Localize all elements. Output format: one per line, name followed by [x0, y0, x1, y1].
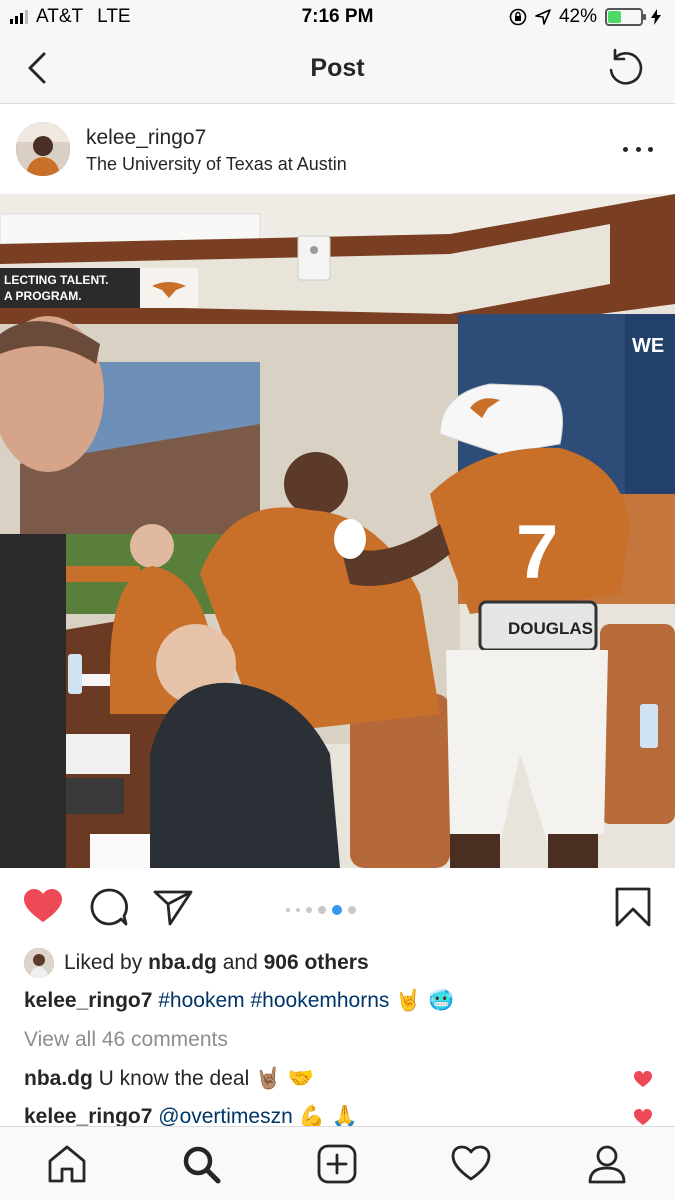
liked-by-middle: and — [216, 951, 264, 974]
hashtag-hookemhorns[interactable]: #hookemhorns — [250, 989, 389, 1012]
likes-row[interactable]: Liked by nba.dg and 906 others — [24, 946, 369, 980]
lock-rotation-icon — [509, 8, 527, 26]
page-title: Post — [310, 54, 365, 82]
carousel-indicator — [286, 905, 356, 915]
liked-by-prefix: Liked by — [64, 951, 149, 974]
carousel-dot — [348, 906, 356, 914]
avatar[interactable] — [16, 122, 70, 176]
nav-bar: Post — [0, 34, 675, 104]
like-heart-icon[interactable] — [22, 886, 64, 928]
caption-emojis: 🤘 🥶 — [395, 988, 455, 1012]
bookmark-icon[interactable] — [612, 886, 654, 928]
refresh-icon[interactable] — [603, 46, 647, 90]
post-username[interactable]: kelee_ringo7 — [86, 126, 206, 150]
comment-emojis: 💪 🙏 — [298, 1104, 358, 1128]
belt-name: DOUGLAS — [508, 619, 593, 638]
banner-text: LECTING TALENT. — [4, 273, 108, 287]
battery-icon — [605, 8, 646, 26]
more-options-icon[interactable] — [623, 142, 653, 156]
profile-icon[interactable] — [586, 1143, 628, 1185]
caption-username[interactable]: kelee_ringo7 — [24, 989, 152, 1012]
activity-heart-icon[interactable] — [450, 1143, 492, 1185]
comment-icon[interactable] — [88, 886, 130, 928]
home-icon[interactable] — [46, 1143, 88, 1185]
liked-by-others[interactable]: 906 others — [264, 951, 369, 975]
location-arrow-icon — [535, 9, 551, 25]
post-photo[interactable]: LECTING TALENT. A PROGRAM. WE 7 DOUGLAS — [0, 194, 675, 868]
post-caption: kelee_ringo7 #hookem #hookemhorns 🤘 🥶 — [24, 988, 454, 1013]
comment-like-heart-icon[interactable] — [633, 1070, 653, 1088]
status-bar: AT&T LTE 7:16 PM 42% — [0, 0, 675, 34]
carousel-dot — [332, 905, 342, 915]
comment-row: nba.dg U know the deal 🤘🏽 🤝 — [24, 1066, 314, 1091]
carousel-dot — [296, 908, 300, 912]
charging-bolt-icon — [651, 9, 661, 25]
share-icon[interactable] — [152, 886, 194, 928]
comment-username[interactable]: nba.dg — [24, 1067, 93, 1090]
banner-text-2: A PROGRAM. — [4, 289, 82, 303]
comment-username[interactable]: kelee_ringo7 — [24, 1105, 152, 1128]
carousel-dot — [318, 906, 326, 914]
comment-mention[interactable]: @overtimeszn — [158, 1105, 293, 1128]
hashtag-hookem[interactable]: #hookem — [158, 989, 244, 1012]
view-all-comments-link[interactable]: View all 46 comments — [24, 1028, 228, 1052]
comment-emojis: 🤘🏽 🤝 — [255, 1066, 315, 1090]
jersey-number: 7 — [516, 510, 558, 595]
comment-like-heart-icon[interactable] — [633, 1108, 653, 1126]
tab-bar — [0, 1126, 675, 1200]
wall-text: WE — [632, 335, 664, 357]
post-header: kelee_ringo7 The University of Texas at … — [0, 104, 675, 194]
post-actions — [0, 868, 675, 944]
post-location[interactable]: The University of Texas at Austin — [86, 154, 347, 175]
liker-avatar — [24, 948, 54, 978]
battery-percent: 42% — [558, 6, 597, 27]
search-icon[interactable] — [180, 1143, 222, 1185]
comment-text: U know the deal — [92, 1067, 250, 1090]
new-post-icon[interactable] — [316, 1143, 358, 1185]
carousel-dot — [286, 908, 290, 912]
liked-by-user[interactable]: nba.dg — [148, 951, 217, 975]
carousel-dot — [306, 907, 312, 913]
